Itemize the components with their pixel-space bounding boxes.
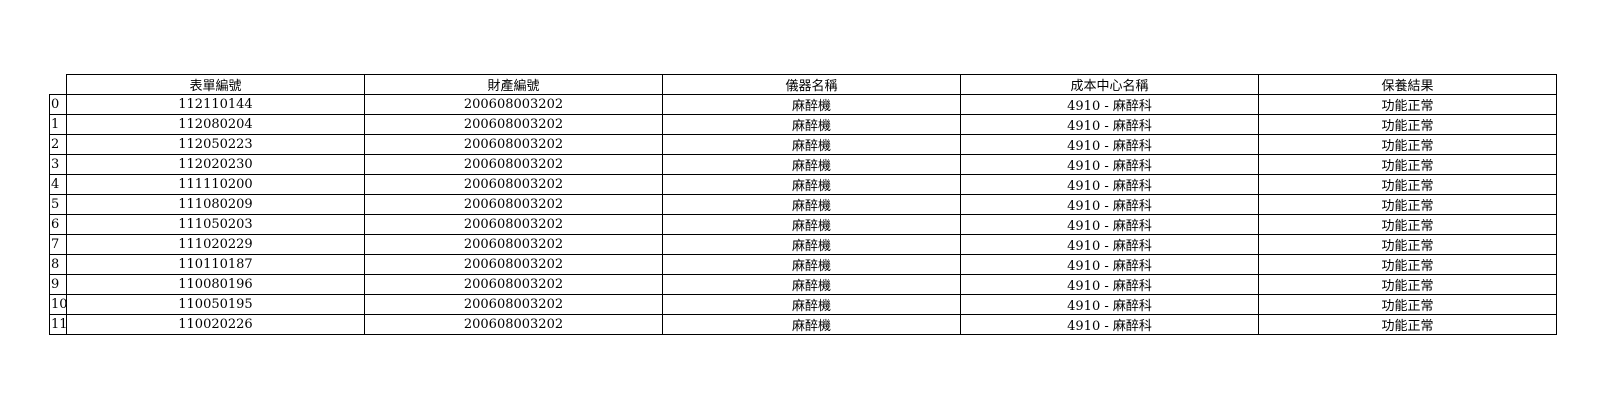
asset-no-cell: 200608003202 (364, 194, 663, 215)
asset-no-cell: 200608003202 (364, 134, 663, 155)
instrument-name-cell: 麻醉機 (662, 234, 961, 255)
column-header-asset-no: 財產編號 (364, 74, 663, 95)
maintenance-result-cell: 功能正常 (1258, 234, 1557, 255)
maintenance-records-table: 表單編號 財產編號 儀器名稱 成本中心名稱 保養結果 0 112110144 200… (49, 74, 1557, 335)
cost-center-cell: 4910 - 麻醉科 (960, 314, 1259, 335)
table-row: 9 110080196 200608003202 麻醉機 4910 - 麻醉科 功能正常 (49, 274, 1557, 295)
form-no-cell: 112020230 (66, 154, 365, 175)
maintenance-result-cell: 功能正常 (1258, 154, 1557, 175)
row-index-cell: 2 (49, 134, 67, 155)
instrument-name-cell: 麻醉機 (662, 114, 961, 135)
instrument-name-cell: 麻醉機 (662, 294, 961, 315)
table-row: 5 111080209 200608003202 麻醉機 4910 - 麻醉科 功能正常 (49, 194, 1557, 215)
maintenance-result-cell: 功能正常 (1258, 254, 1557, 275)
asset-no-cell: 200608003202 (364, 154, 663, 175)
instrument-name-cell: 麻醉機 (662, 174, 961, 195)
instrument-name-cell: 麻醉機 (662, 314, 961, 335)
row-index-cell: 3 (49, 154, 67, 175)
form-no-cell: 111080209 (66, 194, 365, 215)
form-no-cell: 110020226 (66, 314, 365, 335)
row-index-cell: 10 (49, 294, 67, 315)
asset-no-cell: 200608003202 (364, 214, 663, 235)
form-no-cell: 110110187 (66, 254, 365, 275)
asset-no-cell: 200608003202 (364, 234, 663, 255)
maintenance-result-cell: 功能正常 (1258, 134, 1557, 155)
cost-center-cell: 4910 - 麻醉科 (960, 174, 1259, 195)
asset-no-cell: 200608003202 (364, 274, 663, 295)
maintenance-result-cell: 功能正常 (1258, 274, 1557, 295)
form-no-cell: 110080196 (66, 274, 365, 295)
maintenance-result-cell: 功能正常 (1258, 114, 1557, 135)
instrument-name-cell: 麻醉機 (662, 254, 961, 275)
table-body: 0 112110144 200608003202 麻醉機 4910 - 麻醉科 功能正常 1… (49, 94, 1557, 335)
maintenance-result-cell: 功能正常 (1258, 214, 1557, 235)
instrument-name-cell: 麻醉機 (662, 134, 961, 155)
row-index-cell: 6 (49, 214, 67, 235)
row-index-cell: 8 (49, 254, 67, 275)
row-index-cell: 0 (49, 94, 67, 115)
cost-center-cell: 4910 - 麻醉科 (960, 274, 1259, 295)
row-index-cell: 7 (49, 234, 67, 255)
form-no-cell: 112050223 (66, 134, 365, 155)
cost-center-cell: 4910 - 麻醉科 (960, 254, 1259, 275)
cost-center-cell: 4910 - 麻醉科 (960, 234, 1259, 255)
maintenance-result-cell: 功能正常 (1258, 94, 1557, 115)
form-no-cell: 111110200 (66, 174, 365, 195)
row-index-cell: 9 (49, 274, 67, 295)
index-header-corner (49, 74, 67, 95)
header-row: 表單編號 財產編號 儀器名稱 成本中心名稱 保養結果 (49, 74, 1557, 95)
cost-center-cell: 4910 - 麻醉科 (960, 134, 1259, 155)
column-header-cost-center: 成本中心名稱 (960, 74, 1259, 95)
asset-no-cell: 200608003202 (364, 114, 663, 135)
asset-no-cell: 200608003202 (364, 94, 663, 115)
cost-center-cell: 4910 - 麻醉科 (960, 294, 1259, 315)
table-row: 10 110050195 200608003202 麻醉機 4910 - 麻醉科 功能正常 (49, 294, 1557, 315)
maintenance-result-cell: 功能正常 (1258, 174, 1557, 195)
instrument-name-cell: 麻醉機 (662, 94, 961, 115)
instrument-name-cell: 麻醉機 (662, 194, 961, 215)
asset-no-cell: 200608003202 (364, 294, 663, 315)
table-row: 8 110110187 200608003202 麻醉機 4910 - 麻醉科 功能正常 (49, 254, 1557, 275)
cost-center-cell: 4910 - 麻醉科 (960, 94, 1259, 115)
maintenance-result-cell: 功能正常 (1258, 194, 1557, 215)
form-no-cell: 111020229 (66, 234, 365, 255)
maintenance-result-cell: 功能正常 (1258, 294, 1557, 315)
asset-no-cell: 200608003202 (364, 314, 663, 335)
table-row: 1 112080204 200608003202 麻醉機 4910 - 麻醉科 功能正常 (49, 114, 1557, 135)
instrument-name-cell: 麻醉機 (662, 274, 961, 295)
cost-center-cell: 4910 - 麻醉科 (960, 154, 1259, 175)
instrument-name-cell: 麻醉機 (662, 154, 961, 175)
row-index-cell: 11 (49, 314, 67, 335)
table-row: 4 111110200 200608003202 麻醉機 4910 - 麻醉科 功能正常 (49, 174, 1557, 195)
cost-center-cell: 4910 - 麻醉科 (960, 114, 1259, 135)
table-row: 11 110020226 200608003202 麻醉機 4910 - 麻醉科 功能正常 (49, 314, 1557, 335)
table-row: 0 112110144 200608003202 麻醉機 4910 - 麻醉科 功能正常 (49, 94, 1557, 115)
instrument-name-cell: 麻醉機 (662, 214, 961, 235)
table-row: 6 111050203 200608003202 麻醉機 4910 - 麻醉科 功能正常 (49, 214, 1557, 235)
asset-no-cell: 200608003202 (364, 254, 663, 275)
form-no-cell: 112080204 (66, 114, 365, 135)
form-no-cell: 111050203 (66, 214, 365, 235)
form-no-cell: 112110144 (66, 94, 365, 115)
table-header: 表單編號 財產編號 儀器名稱 成本中心名稱 保養結果 (49, 74, 1557, 95)
table-row: 2 112050223 200608003202 麻醉機 4910 - 麻醉科 功能正常 (49, 134, 1557, 155)
row-index-cell: 1 (49, 114, 67, 135)
cost-center-cell: 4910 - 麻醉科 (960, 194, 1259, 215)
column-header-result: 保養結果 (1258, 74, 1557, 95)
column-header-instrument: 儀器名稱 (662, 74, 961, 95)
table-row: 3 112020230 200608003202 麻醉機 4910 - 麻醉科 功能正常 (49, 154, 1557, 175)
asset-no-cell: 200608003202 (364, 174, 663, 195)
row-index-cell: 5 (49, 194, 67, 215)
maintenance-result-cell: 功能正常 (1258, 314, 1557, 335)
cost-center-cell: 4910 - 麻醉科 (960, 214, 1259, 235)
table-row: 7 111020229 200608003202 麻醉機 4910 - 麻醉科 功能正常 (49, 234, 1557, 255)
form-no-cell: 110050195 (66, 294, 365, 315)
column-header-form-no: 表單編號 (66, 74, 365, 95)
row-index-cell: 4 (49, 174, 67, 195)
